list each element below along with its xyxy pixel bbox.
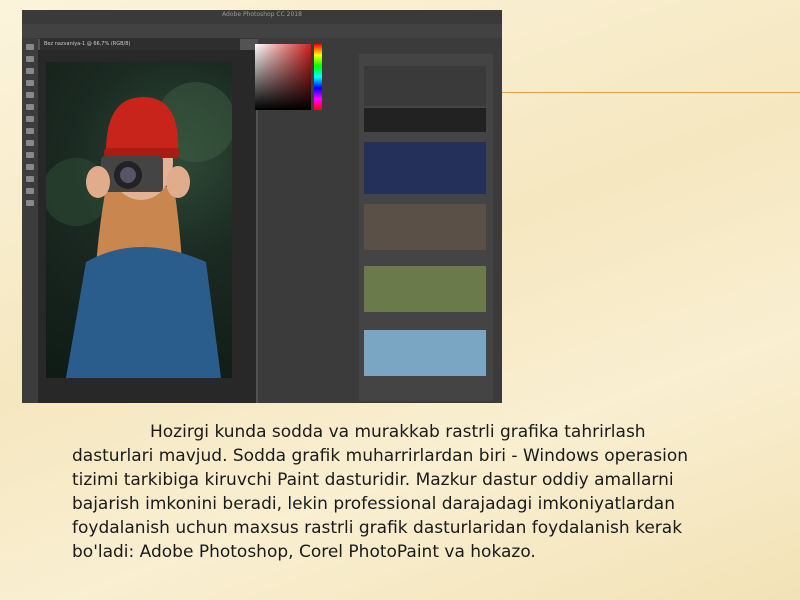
- color-picker-field[interactable]: [255, 44, 311, 110]
- body-paragraph: Hozirgi kunda sodda va murakkab rastrli …: [72, 422, 689, 562]
- eraser-tool-icon[interactable]: [26, 128, 34, 134]
- learn-intro-card: [364, 66, 486, 106]
- type-tool-icon[interactable]: [26, 164, 34, 170]
- eyedropper-tool-icon[interactable]: [26, 92, 34, 98]
- shape-tool-icon[interactable]: [26, 176, 34, 182]
- learn-card-2[interactable]: [364, 142, 486, 194]
- pen-tool-icon[interactable]: [26, 152, 34, 158]
- decorative-line: [502, 92, 800, 93]
- lasso-tool-icon[interactable]: [26, 68, 34, 74]
- move-tool-icon[interactable]: [26, 44, 34, 50]
- stamp-tool-icon[interactable]: [26, 116, 34, 122]
- canvas-photo: [46, 62, 232, 378]
- options-bar: [22, 24, 502, 39]
- learn-card-4[interactable]: [364, 266, 486, 312]
- woman-with-camera-image: [46, 82, 232, 378]
- zoom-tool-icon[interactable]: [26, 200, 34, 206]
- marquee-tool-icon[interactable]: [26, 56, 34, 62]
- learn-card-1[interactable]: [364, 108, 486, 132]
- learn-card-5[interactable]: [364, 330, 486, 376]
- hue-slider[interactable]: [314, 44, 322, 110]
- crop-tool-icon[interactable]: [26, 80, 34, 86]
- tools-panel: [22, 38, 38, 403]
- app-title: Adobe Photoshop CC 2018: [222, 11, 302, 18]
- hand-tool-icon[interactable]: [26, 188, 34, 194]
- gradient-tool-icon[interactable]: [26, 140, 34, 146]
- app-title-bar: Adobe Photoshop CC 2018: [22, 10, 502, 24]
- document-tab[interactable]: Bez nazvaniya-1 @ 66,7% (RGB/8): [40, 38, 240, 50]
- brush-tool-icon[interactable]: [26, 104, 34, 110]
- learn-card-3[interactable]: [364, 204, 486, 250]
- document-tab-label: Bez nazvaniya-1 @ 66,7% (RGB/8): [44, 41, 131, 47]
